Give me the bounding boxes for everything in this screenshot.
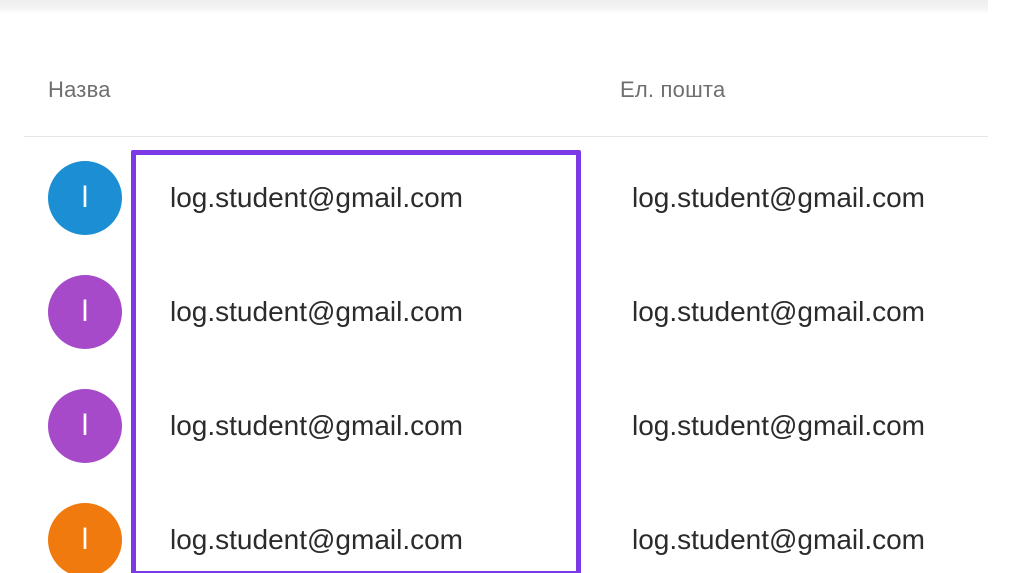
row-name: log.student@gmail.com <box>170 182 464 213</box>
row-email: log.student@gmail.com <box>632 296 926 327</box>
avatar-letter: l <box>81 295 89 328</box>
avatar: l <box>48 275 122 349</box>
avatar: l <box>48 161 122 235</box>
table-row[interactable]: l log.student@gmail.com log.student@gmai… <box>24 368 988 482</box>
row-email: log.student@gmail.com <box>632 410 926 441</box>
column-header-email[interactable]: Ел. пошта <box>620 77 725 103</box>
avatar-letter: l <box>81 181 89 214</box>
avatar: l <box>48 389 122 463</box>
table-header: Назва Ел. пошта <box>24 60 988 137</box>
row-email: log.student@gmail.com <box>632 524 926 555</box>
toolbar-shadow <box>0 0 988 14</box>
row-name: log.student@gmail.com <box>170 410 464 441</box>
row-name: log.student@gmail.com <box>170 524 464 555</box>
table-row[interactable]: l log.student@gmail.com log.student@gmai… <box>24 140 988 254</box>
avatar-letter: l <box>81 409 89 442</box>
row-email: log.student@gmail.com <box>632 182 926 213</box>
table-row[interactable]: l log.student@gmail.com log.student@gmai… <box>24 482 988 573</box>
avatar-letter: l <box>81 523 89 556</box>
avatar: l <box>48 503 122 573</box>
row-name: log.student@gmail.com <box>170 296 464 327</box>
table-row[interactable]: l log.student@gmail.com log.student@gmai… <box>24 254 988 368</box>
people-list-page: Назва Ел. пошта l log.student@gmail.com … <box>0 0 1015 573</box>
column-header-name[interactable]: Назва <box>48 77 111 103</box>
